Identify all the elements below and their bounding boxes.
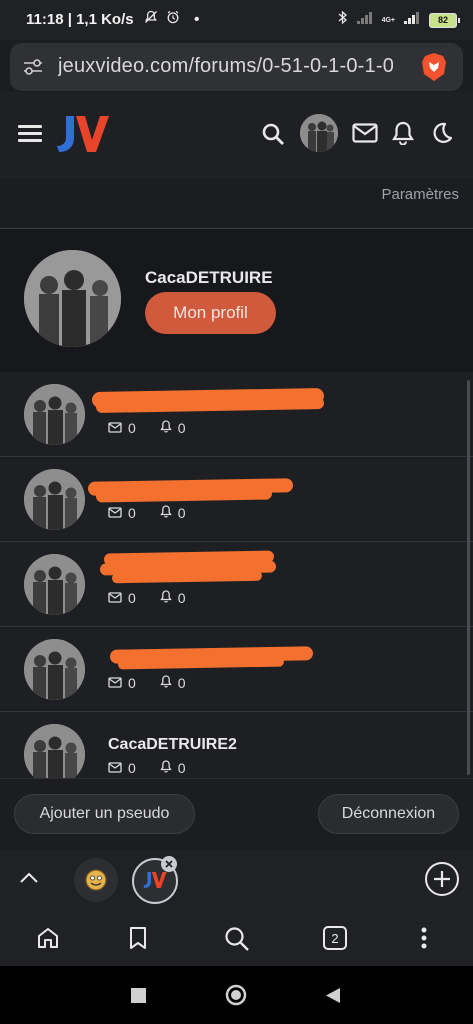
logout-button[interactable]: Déconnexion <box>318 794 459 834</box>
message-count: 0 <box>128 760 136 776</box>
account-avatar <box>24 384 85 445</box>
messages-icon[interactable] <box>352 123 378 148</box>
bell-icon <box>160 590 172 606</box>
bell-icon <box>160 760 172 776</box>
message-count: 0 <box>128 675 136 691</box>
tab-favicon-1[interactable] <box>74 858 118 902</box>
add-pseudo-button[interactable]: Ajouter un pseudo <box>14 794 195 834</box>
mail-icon <box>108 420 122 436</box>
site-header <box>0 92 473 178</box>
jv-logo-icon[interactable] <box>56 114 110 159</box>
browser-tab-strip <box>0 851 473 911</box>
notification-count: 0 <box>177 675 186 691</box>
url-text[interactable]: jeuxvideo.com/forums/0-51-0-1-0-1-0-blab <box>58 55 393 78</box>
profile-name: CacaDETRUIRE <box>145 268 273 287</box>
status-icons: 4G+ 82 <box>338 10 460 30</box>
mute-icon <box>144 10 162 28</box>
search-icon[interactable] <box>261 122 285 151</box>
jv-tab-icon <box>143 872 167 888</box>
account-counts: 00 <box>108 590 186 606</box>
chevron-up-icon[interactable] <box>19 871 39 889</box>
bookmark-icon[interactable] <box>128 926 148 955</box>
account-name: CacaDETRUIRE2 <box>108 736 237 753</box>
account-avatar <box>24 554 85 615</box>
bell-icon <box>160 505 172 521</box>
brave-shield-icon[interactable] <box>420 52 448 87</box>
account-counts: 00 <box>108 760 186 776</box>
smiley-icon <box>85 869 107 891</box>
alarm-icon <box>166 10 184 28</box>
account-counts: 00 <box>108 420 186 436</box>
mail-icon <box>108 590 122 606</box>
home-icon[interactable] <box>36 926 60 955</box>
status-time-text: 11:18 | 1,1 Ko/s <box>26 11 134 28</box>
dark-mode-icon[interactable] <box>431 122 453 149</box>
account-avatar <box>24 469 85 530</box>
signal-2-icon <box>403 11 421 30</box>
account-avatar <box>24 724 85 785</box>
mail-icon <box>108 505 122 521</box>
header-avatar[interactable] <box>300 114 338 152</box>
dot-icon: • <box>194 11 200 28</box>
profile-avatar <box>24 250 121 347</box>
more-menu-icon[interactable] <box>420 926 428 955</box>
system-navigation-bar <box>0 966 473 1024</box>
notification-count: 0 <box>177 590 186 606</box>
address-bar[interactable]: jeuxvideo.com/forums/0-51-0-1-0-1-0-blab <box>10 43 463 91</box>
system-home-icon[interactable] <box>225 984 247 1011</box>
notification-count: 0 <box>177 760 186 776</box>
recents-icon[interactable] <box>131 988 146 1008</box>
new-tab-icon[interactable] <box>425 862 459 896</box>
scrollbar[interactable] <box>467 380 470 775</box>
bell-icon <box>160 675 172 691</box>
browser-toolbar: 2 <box>0 911 473 966</box>
status-time-speed: 11:18 | 1,1 Ko/s • <box>26 10 199 28</box>
menu-icon[interactable] <box>18 125 42 148</box>
account-counts: 00 <box>108 505 186 521</box>
account-actions: Ajouter un pseudo Déconnexion <box>0 778 473 851</box>
notification-count: 0 <box>177 420 186 436</box>
network-type-label: 4G+ <box>381 16 395 24</box>
notification-count: 0 <box>177 505 186 521</box>
message-count: 0 <box>128 420 136 436</box>
account-counts: 00 <box>108 675 186 691</box>
bluetooth-icon <box>338 10 348 30</box>
tab-count-button[interactable]: 2 <box>323 926 347 950</box>
message-count: 0 <box>128 505 136 521</box>
signal-1-icon <box>356 11 374 30</box>
mail-icon <box>108 675 122 691</box>
notifications-icon[interactable] <box>392 121 414 150</box>
mail-icon <box>108 760 122 776</box>
back-icon[interactable] <box>325 987 341 1009</box>
message-count: 0 <box>128 590 136 606</box>
status-bar: 11:18 | 1,1 Ko/s • 4G+ 82 <box>0 0 473 40</box>
settings-link[interactable]: Paramètres <box>381 186 459 203</box>
bell-icon <box>160 420 172 436</box>
site-settings-icon[interactable] <box>22 57 44 82</box>
close-tab-icon[interactable] <box>161 856 177 872</box>
account-avatar <box>24 639 85 700</box>
battery-icon: 82 <box>429 12 460 28</box>
my-profile-button[interactable]: Mon profil <box>145 292 276 334</box>
browser-search-icon[interactable] <box>224 926 250 957</box>
battery-level: 82 <box>437 15 448 25</box>
